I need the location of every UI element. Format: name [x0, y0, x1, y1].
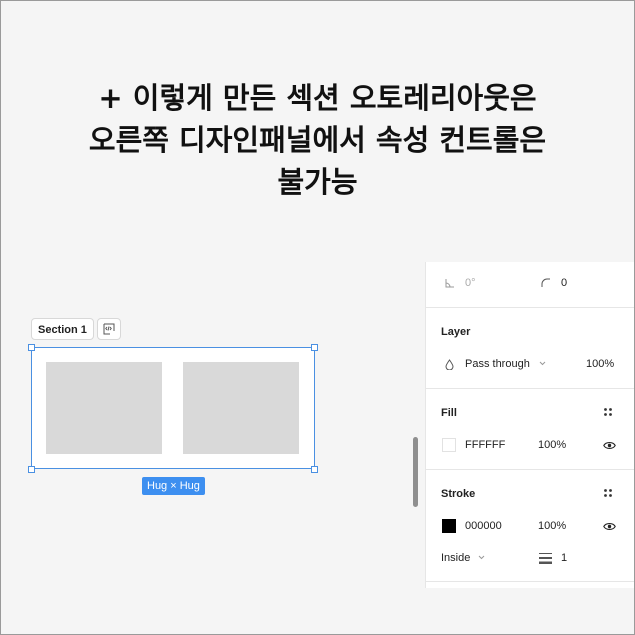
stroke-visibility-eye-icon[interactable]	[602, 520, 616, 532]
dev-mode-code-icon[interactable]	[97, 318, 121, 340]
corner-radius-icon	[540, 277, 552, 289]
layer-section-title: Layer	[441, 326, 471, 338]
blend-mode-select[interactable]: Pass through	[465, 357, 530, 371]
fill-opacity-input[interactable]: 100%	[538, 438, 566, 452]
panel-divider	[426, 307, 634, 308]
corner-radius-input[interactable]: 0	[561, 276, 567, 290]
stroke-opacity-input[interactable]: 100%	[538, 519, 566, 533]
headline-line-2: 오른쪽 디자인패널에서 속성 컨트롤은	[88, 123, 547, 157]
stroke-weight-input[interactable]: 1	[561, 551, 567, 565]
stroke-weight-icon	[538, 551, 552, 565]
headline: + 이렇게 만든 섹션 오토레리아웃은 오른쪽 디자인패널에서 속성 컨트롤은 …	[1, 77, 634, 203]
fill-hex-input[interactable]: FFFFFF	[465, 438, 505, 452]
fill-visibility-eye-icon[interactable]	[602, 439, 616, 451]
headline-line-1: + 이렇게 만든 섹션 오토레리아웃은	[98, 81, 537, 115]
panel-divider	[426, 581, 634, 582]
headline-line-3: 불가능	[277, 165, 358, 199]
stroke-styles-icon[interactable]	[602, 487, 614, 499]
resize-handle-bottom-left[interactable]	[28, 466, 35, 473]
resize-handle-top-right[interactable]	[311, 344, 318, 351]
placeholder-rect-1[interactable]	[46, 362, 162, 454]
resize-handle-bottom-right[interactable]	[311, 466, 318, 473]
panel-divider	[426, 469, 634, 470]
fill-styles-icon[interactable]	[602, 406, 614, 418]
fill-color-swatch[interactable]	[442, 438, 456, 452]
canvas-scrollbar[interactable]	[413, 437, 418, 507]
fill-section-title: Fill	[441, 407, 457, 419]
stroke-color-swatch[interactable]	[442, 519, 456, 533]
screenshot-frame: + 이렇게 만든 섹션 오토레리아웃은 오른쪽 디자인패널에서 속성 컨트롤은 …	[0, 0, 635, 635]
stroke-position-select[interactable]: Inside	[441, 551, 470, 565]
design-panel: 0° 0 Layer Pass through 100% Fill FFFFFF…	[425, 262, 634, 588]
section-name-label[interactable]: Section 1	[31, 318, 94, 340]
chevron-down-icon	[477, 553, 485, 561]
stroke-section-title: Stroke	[441, 488, 476, 500]
placeholder-rect-2[interactable]	[183, 362, 299, 454]
section-frame[interactable]	[31, 347, 315, 469]
stroke-hex-input[interactable]: 000000	[465, 519, 502, 533]
blend-mode-drop-icon	[444, 358, 454, 370]
panel-divider	[426, 388, 634, 389]
resize-handle-top-left[interactable]	[28, 344, 35, 351]
hug-size-badge[interactable]: Hug × Hug	[142, 477, 205, 495]
rotation-icon	[444, 277, 456, 289]
rotation-input[interactable]: 0°	[465, 276, 476, 290]
chevron-down-icon	[538, 359, 546, 367]
layer-opacity-input[interactable]: 100%	[586, 357, 614, 371]
